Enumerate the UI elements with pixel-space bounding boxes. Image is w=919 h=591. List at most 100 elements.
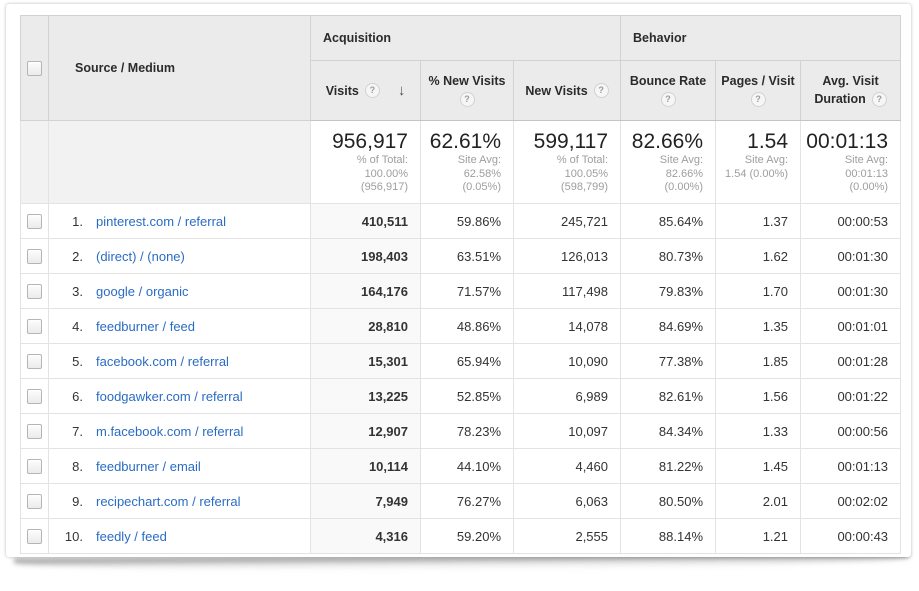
summary-avg-visit-duration: 00:01:13 Site Avg: 00:01:13 (0.00%) <box>801 121 901 204</box>
help-icon[interactable]: ? <box>661 92 676 107</box>
source-link[interactable]: feedly / feed <box>96 529 167 544</box>
source-cell: 8. feedburner / email <box>49 449 311 484</box>
row-index: 10. <box>59 529 83 544</box>
help-icon[interactable]: ? <box>460 92 475 107</box>
table-row: 5.facebook.com / referral 15,301 65.94% … <box>21 344 901 379</box>
table-row: 8. feedburner / email 10,114 44.10% 4,460… <box>21 449 901 484</box>
source-link[interactable]: feedburner / email <box>96 459 201 474</box>
checkbox-cell <box>21 484 49 519</box>
select-all-cell <box>21 16 49 121</box>
avg-visit-duration-cell: 00:01:30 <box>801 274 901 309</box>
bounce-rate-cell: 79.83% <box>621 274 716 309</box>
visits-label: Visits <box>326 84 359 98</box>
summary-subline: 00:01:13 <box>801 168 888 182</box>
help-icon[interactable]: ? <box>594 83 609 98</box>
source-link[interactable]: (direct) / (none) <box>96 249 185 264</box>
bounce-rate-label: Bounce Rate <box>630 74 706 89</box>
summary-source-cell <box>49 121 311 204</box>
source-link[interactable]: google / organic <box>96 284 189 299</box>
help-icon[interactable]: ? <box>872 92 887 107</box>
bounce-rate-cell: 80.73% <box>621 239 716 274</box>
source-link[interactable]: recipechart.com / referral <box>96 494 241 509</box>
avg-visit-duration-cell: 00:02:02 <box>801 484 901 519</box>
checkbox-cell <box>21 204 49 239</box>
checkbox-cell <box>21 519 49 554</box>
row-checkbox[interactable] <box>27 494 42 509</box>
new-visits-cell: 4,460 <box>514 449 621 484</box>
row-checkbox[interactable] <box>27 319 42 334</box>
source-link[interactable]: facebook.com / referral <box>96 354 229 369</box>
summary-subline: 100.00% <box>311 168 408 182</box>
source-link[interactable]: m.facebook.com / referral <box>96 424 243 439</box>
summary-subline: Site Avg: <box>621 154 703 168</box>
checkbox-cell <box>21 344 49 379</box>
table-row: 10.feedly / feed 4,316 59.20% 2,555 88.1… <box>21 519 901 554</box>
summary-duration-value: 00:01:13 <box>801 130 888 154</box>
select-all-checkbox[interactable] <box>27 61 42 76</box>
visits-cell: 7,949 <box>311 484 421 519</box>
summary-subline: 1.54 (0.00%) <box>716 168 788 182</box>
summary-bounce-value: 82.66% <box>621 130 703 154</box>
new-visits-cell: 10,090 <box>514 344 621 379</box>
column-header-pct-new-visits[interactable]: % New Visits ? <box>421 61 514 121</box>
table-row: 2.(direct) / (none) 198,403 63.51% 126,0… <box>21 239 901 274</box>
summary-subline: Site Avg: <box>421 154 501 168</box>
row-index: 3. <box>59 284 83 299</box>
visits-cell: 164,176 <box>311 274 421 309</box>
pct-new-visits-cell: 52.85% <box>421 379 514 414</box>
pct-new-visits-cell: 71.57% <box>421 274 514 309</box>
pages-visit-cell: 1.62 <box>716 239 801 274</box>
avg-visit-duration-cell: 00:01:01 <box>801 309 901 344</box>
row-checkbox[interactable] <box>27 249 42 264</box>
source-cell: 5.facebook.com / referral <box>49 344 311 379</box>
row-checkbox[interactable] <box>27 459 42 474</box>
summary-subline: (0.00%) <box>801 181 888 195</box>
source-link[interactable]: foodgawker.com / referral <box>96 389 243 404</box>
new-visits-cell: 245,721 <box>514 204 621 239</box>
sort-desc-icon[interactable]: ↓ <box>398 82 406 99</box>
column-header-new-visits[interactable]: New Visits ? <box>514 61 621 121</box>
row-checkbox[interactable] <box>27 354 42 369</box>
visits-cell: 10,114 <box>311 449 421 484</box>
row-checkbox[interactable] <box>27 214 42 229</box>
bounce-rate-cell: 88.14% <box>621 519 716 554</box>
pages-visit-cell: 1.33 <box>716 414 801 449</box>
source-link[interactable]: pinterest.com / referral <box>96 214 226 229</box>
avg-visit-duration-cell: 00:01:28 <box>801 344 901 379</box>
column-header-bounce-rate[interactable]: Bounce Rate ? <box>621 61 716 121</box>
help-icon[interactable]: ? <box>751 92 766 107</box>
column-header-source-medium[interactable]: Source / Medium <box>49 16 311 121</box>
row-index: 2. <box>59 249 83 264</box>
row-checkbox[interactable] <box>27 424 42 439</box>
column-header-avg-visit-duration[interactable]: Avg. Visit Duration ? <box>801 61 901 121</box>
visits-cell: 410,511 <box>311 204 421 239</box>
avg-visit-duration-cell: 00:00:43 <box>801 519 901 554</box>
row-checkbox[interactable] <box>27 389 42 404</box>
summary-pages-value: 1.54 <box>716 130 788 154</box>
column-header-pages-visit[interactable]: Pages / Visit ? <box>716 61 801 121</box>
visits-cell: 28,810 <box>311 309 421 344</box>
row-checkbox[interactable] <box>27 529 42 544</box>
source-link[interactable]: feedburner / feed <box>96 319 195 334</box>
bounce-rate-cell: 85.64% <box>621 204 716 239</box>
row-checkbox[interactable] <box>27 284 42 299</box>
pct-new-visits-cell: 44.10% <box>421 449 514 484</box>
source-cell: 9.recipechart.com / referral <box>49 484 311 519</box>
summary-new-visits-value: 599,117 <box>514 130 608 154</box>
pct-new-visits-cell: 59.86% <box>421 204 514 239</box>
pct-new-visits-cell: 59.20% <box>421 519 514 554</box>
pct-new-visits-cell: 76.27% <box>421 484 514 519</box>
source-cell: 2. (direct) / (none) <box>49 239 311 274</box>
new-visits-cell: 126,013 <box>514 239 621 274</box>
summary-subline: (0.00%) <box>621 181 703 195</box>
column-header-visits[interactable]: Visits ? ↓ <box>311 61 421 121</box>
new-visits-cell: 14,078 <box>514 309 621 344</box>
row-index: 1. <box>59 214 83 229</box>
group-header-behavior: Behavior <box>621 16 901 61</box>
row-index: 8. <box>59 459 83 474</box>
visits-cell: 4,316 <box>311 519 421 554</box>
pages-visit-cell: 2.01 <box>716 484 801 519</box>
table-row: 6.foodgawker.com / referral 13,225 52.85… <box>21 379 901 414</box>
help-icon[interactable]: ? <box>365 83 380 98</box>
summary-row: 956,917 % of Total: 100.00% (956,917) 62… <box>21 121 901 204</box>
